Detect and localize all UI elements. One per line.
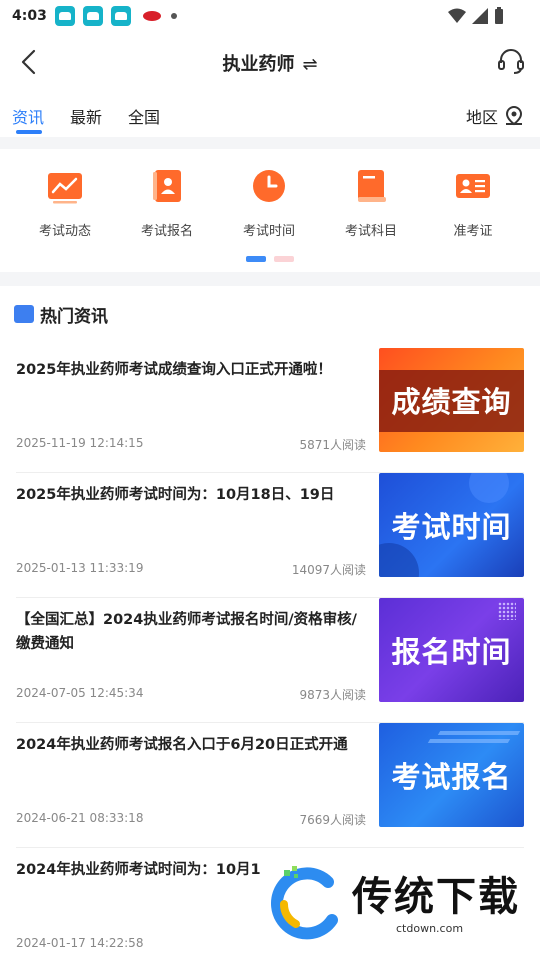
quick-nav-exam-registration[interactable]: 考试报名	[116, 166, 218, 239]
thumb-stripe	[427, 739, 511, 743]
id-card-icon	[456, 174, 490, 198]
section-divider	[0, 272, 540, 286]
signal-icon	[472, 7, 488, 24]
thumb-dots	[498, 602, 516, 620]
car-app-notification-icon	[54, 6, 75, 26]
news-date: 2025-11-19 12:14:15	[16, 436, 144, 450]
quick-nav-label: 准考证	[453, 224, 493, 239]
pager-dot	[274, 256, 294, 262]
thumb-text: 报名时间	[391, 635, 512, 669]
watermark-text: 传统下载	[352, 874, 520, 920]
section-divider	[0, 137, 540, 149]
news-views: 7669人阅读	[299, 813, 366, 827]
news-views: 9873人阅读	[299, 688, 366, 702]
status-time: 4:03	[12, 8, 47, 24]
pager-dot-active	[246, 256, 266, 262]
more-notifications-dot-icon	[170, 13, 177, 19]
quick-nav-label: 考试时间	[242, 224, 295, 239]
news-thumbnail: 成绩查询	[379, 348, 524, 452]
news-title: 2025年执业药师考试成绩查询入口正式开通啦！	[16, 362, 332, 378]
quick-nav-label: 考试报名	[140, 224, 193, 239]
subject-book-icon	[358, 170, 386, 202]
news-thumbnail: 考试报名	[379, 723, 524, 827]
news-date: 2025-01-13 11:33:19	[16, 561, 144, 575]
news-item[interactable]: 【全国汇总】2024执业药师考试报名时间/资格审核/缴费通知 2024-07-0…	[0, 598, 540, 723]
thumb-text: 考试时间	[391, 510, 512, 544]
status-bar: 4:03	[0, 0, 540, 32]
active-tab-indicator	[16, 130, 42, 134]
news-title: 2025年执业药师考试时间为：10月18日、19日	[16, 487, 335, 503]
wifi-icon	[448, 8, 466, 23]
register-book-icon	[153, 170, 181, 202]
watermark-c-logo-icon	[271, 866, 338, 940]
news-thumbnail: 考试时间	[379, 473, 524, 577]
car-app-notification-icon	[110, 6, 131, 26]
news-item[interactable]: 2024年执业药师考试报名入口于6月20日正式开通 2024-06-21 08:…	[0, 723, 540, 848]
news-date: 2024-01-17 14:22:58	[16, 936, 144, 950]
customer-service-headset-icon[interactable]	[496, 46, 526, 76]
app-header: 执业药师 ⇌	[0, 36, 540, 88]
category-tabs: 资讯 最新 全国 地区	[0, 96, 540, 136]
thumb-text: 考试报名	[391, 760, 512, 794]
page-title: 执业药师	[222, 54, 295, 75]
car-app-notification-icon	[82, 6, 103, 26]
trend-chart-icon	[48, 173, 82, 204]
news-item[interactable]: 2025年执业药师考试时间为：10月18日、19日 2025-01-13 11:…	[0, 473, 540, 598]
hot-news-header: 热门资讯	[0, 294, 540, 334]
quick-nav-pager	[246, 256, 294, 262]
news-item[interactable]: 2025年执业药师考试成绩查询入口正式开通啦！ 2025-11-19 12:14…	[0, 348, 540, 473]
quick-nav-grid: 考试动态 考试报名 考试时间 考试科目 准考证	[0, 150, 540, 272]
tab-news[interactable]: 资讯	[12, 104, 44, 128]
region-label: 地区	[465, 108, 498, 127]
watermark-logo: 传统下载 ctdown.com	[266, 860, 536, 944]
news-thumbnail: 报名时间	[379, 598, 524, 702]
watermark-url: ctdown.com	[396, 922, 464, 935]
quick-nav-exam-time[interactable]: 考试时间	[218, 166, 320, 239]
quick-nav-label: 考试动态	[38, 224, 91, 239]
quick-nav-label: 考试科目	[344, 224, 397, 239]
location-pin-icon	[505, 106, 523, 126]
news-date: 2024-07-05 12:45:34	[16, 686, 144, 700]
clock-icon	[253, 170, 285, 202]
switch-arrows-icon: ⇌	[302, 54, 318, 75]
battery-icon	[495, 7, 503, 24]
news-list-icon	[14, 305, 34, 323]
news-views: 14097人阅读	[291, 563, 366, 577]
quick-nav-admission-ticket[interactable]: 准考证	[422, 166, 524, 239]
thumb-bubble	[379, 543, 419, 577]
thumb-text: 成绩查询	[391, 385, 512, 419]
quick-nav-exam-subjects[interactable]: 考试科目	[320, 166, 422, 239]
news-views: 5871人阅读	[299, 438, 366, 452]
thumb-bubble	[469, 473, 509, 503]
region-selector[interactable]: 地区	[466, 104, 524, 128]
tab-nationwide[interactable]: 全国	[128, 104, 160, 128]
news-title: 【全国汇总】2024执业药师考试报名时间/资格审核/缴费通知	[16, 612, 357, 652]
tab-latest[interactable]: 最新	[70, 104, 102, 128]
quick-nav-exam-news[interactable]: 考试动态	[14, 166, 116, 239]
red-notification-icon	[142, 11, 161, 21]
section-title: 热门资讯	[40, 306, 108, 327]
news-date: 2024-06-21 08:33:18	[16, 811, 144, 825]
news-title: 2024年执业药师考试报名入口于6月20日正式开通	[16, 737, 348, 753]
page-title-switcher[interactable]: 执业药师 ⇌	[0, 50, 540, 76]
thumb-stripe	[437, 731, 521, 735]
